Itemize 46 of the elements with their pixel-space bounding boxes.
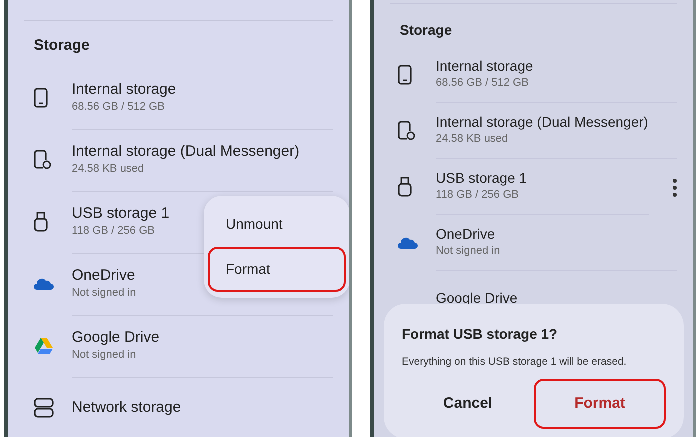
storage-row[interactable]: OneDrive Not signed in — [374, 215, 693, 271]
phone-icon — [398, 64, 412, 85]
item-title: Network storage — [72, 399, 182, 417]
item-title: Internal storage — [72, 80, 176, 99]
cloud-icon — [398, 236, 418, 249]
item-subtitle: 118 GB / 256 GB — [436, 188, 519, 203]
item-title: USB storage 1 — [436, 170, 528, 187]
cloud-icon — [34, 278, 54, 290]
item-title: OneDrive — [436, 226, 496, 243]
item-title: Google Drive — [436, 290, 518, 307]
menu-item[interactable]: Unmount — [208, 202, 346, 247]
storage-row[interactable]: Network storage — [8, 378, 349, 437]
item-title: OneDrive — [72, 266, 136, 285]
storage-row[interactable]: Internal storage 68.56 GB / 512 GB — [8, 68, 349, 130]
phone-icon — [34, 150, 52, 170]
dialog-message: Everything on this USB storage 1 will be erased. — [402, 355, 628, 370]
item-title: USB storage 1 — [72, 204, 170, 223]
item-title: Internal storage — [436, 58, 534, 75]
item-subtitle: 68.56 GB / 512 GB — [72, 100, 165, 115]
item-title: Internal storage (Dual Messenger) — [72, 142, 300, 161]
item-subtitle: Not signed in — [72, 286, 136, 301]
cancel-button[interactable]: Cancel — [402, 378, 534, 430]
storage-row[interactable]: Google Drive Not signed in — [8, 316, 349, 378]
triangle-logo-icon — [34, 337, 54, 356]
item-subtitle: 118 GB / 256 GB — [72, 224, 155, 239]
dialog-title: Format USB storage 1? — [402, 325, 559, 344]
section-title: Storage — [399, 21, 454, 40]
phone-icon — [398, 120, 416, 141]
storage-row[interactable]: Internal storage (Dual Messenger) 24.58 KB used — [8, 130, 349, 192]
phone-icon — [34, 88, 48, 108]
item-subtitle: 24.58 KB used — [72, 162, 144, 177]
usb-drive-icon — [398, 176, 412, 197]
menu-item[interactable]: Format — [208, 247, 346, 292]
section-title: Storage — [33, 36, 91, 56]
item-subtitle: Not signed in — [436, 244, 500, 259]
format-button[interactable]: Format — [534, 378, 666, 430]
item-subtitle: Not signed in — [72, 348, 136, 363]
item-subtitle: 24.58 KB used — [436, 132, 508, 147]
storage-row[interactable]: Internal storage (Dual Messenger) 24.58 KB used — [374, 103, 693, 159]
item-title: Google Drive — [72, 328, 160, 347]
storage-row[interactable]: USB storage 1 118 GB / 256 GB — [374, 159, 693, 215]
server-icon — [34, 398, 54, 418]
storage-row[interactable]: Internal storage 68.56 GB / 512 GB — [374, 47, 693, 103]
usb-drive-icon — [34, 212, 48, 232]
item-subtitle: 68.56 GB / 512 GB — [436, 76, 529, 91]
item-title: Internal storage (Dual Messenger) — [436, 114, 648, 131]
